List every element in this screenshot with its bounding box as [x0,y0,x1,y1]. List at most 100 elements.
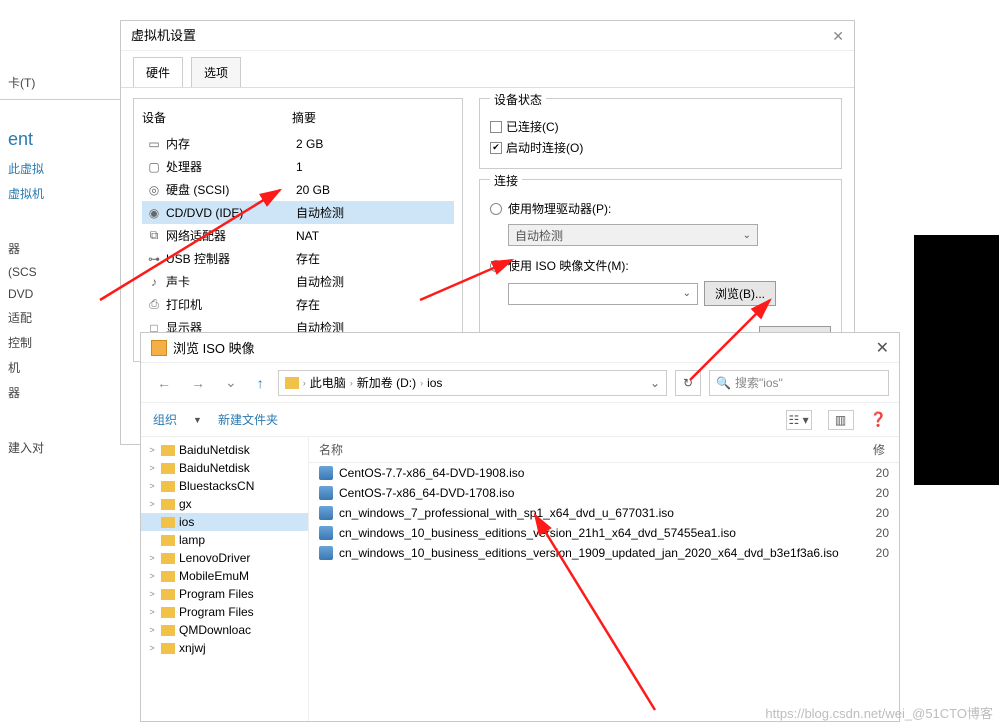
device-row[interactable]: ⊶USB 控制器存在 [142,247,454,270]
file-date: 20 [873,506,889,520]
device-summary: NAT [296,229,450,243]
device-row[interactable]: ♪声卡自动检测 [142,270,454,293]
chevron-right-icon: › [420,378,423,388]
tree-item-label: LenovoDriver [179,551,250,565]
chevron-down-icon: ⌄ [743,230,751,241]
view-options-icon[interactable]: ☷ ▾ [786,410,812,430]
expand-icon[interactable]: > [147,643,157,653]
device-row[interactable]: ▭内存2 GB [142,132,454,155]
file-row[interactable]: CentOS-7-x86_64-DVD-1708.iso20 [309,483,899,503]
background-sidebar: 卡(T) ent 此虚拟 虚拟机 器 (SCS DVD 适配 控制 机 器 建入… [0,70,120,460]
device-icon: ◉ [146,206,162,220]
folder-icon [161,553,175,564]
tree-item[interactable]: >MobileEmuM [141,567,308,585]
folder-icon [161,499,175,510]
tree-item[interactable]: >Program Files [141,585,308,603]
refresh-button[interactable]: ↻ [675,370,701,396]
browse-button[interactable]: 浏览(B)... [704,281,776,306]
close-icon[interactable]: ✕ [832,21,844,50]
tree-item[interactable]: > LenovoDriver [141,549,308,567]
folder-icon [161,481,175,492]
tree-item-label: BluestacksCN [179,479,254,493]
device-row[interactable]: ◉CD/DVD (IDE)自动检测 [142,201,454,224]
tree-item[interactable]: >gx [141,495,308,513]
device-name: 声卡 [166,273,296,290]
radio-use-physical[interactable]: 使用物理驱动器(P): [490,197,831,220]
folder-icon [161,463,175,474]
device-row[interactable]: ◎硬盘 (SCSI)20 GB [142,178,454,201]
connection-legend: 连接 [490,172,522,189]
tree-item-label: Program Files [179,605,254,619]
device-row[interactable]: ⧉网络适配器NAT [142,224,454,247]
checkbox-connect-on-power[interactable]: 启动时连接(O) [490,137,831,158]
folder-icon [161,445,175,456]
tree-item[interactable]: lamp [141,531,308,549]
nav-recent-icon[interactable]: ⌄ [219,374,243,391]
expand-icon[interactable]: > [147,499,157,509]
file-date: 20 [873,486,889,500]
help-icon[interactable]: ❓ [870,411,887,428]
file-row[interactable]: cn_windows_10_business_editions_version_… [309,523,899,543]
device-summary: 1 [296,160,450,174]
tab-hardware[interactable]: 硬件 [133,57,183,87]
file-row[interactable]: cn_windows_7_professional_with_sp1_x64_d… [309,503,899,523]
radio-use-iso[interactable]: 使用 ISO 映像文件(M): [490,254,831,277]
expand-icon[interactable]: > [147,445,157,455]
chevron-right-icon: › [303,378,306,388]
tree-item[interactable]: >BaiduNetdisk [141,459,308,477]
bg-tab: 卡(T) [0,70,120,95]
device-status-group: 设备状态 已连接(C) 启动时连接(O) [479,98,842,169]
folder-icon [161,589,175,600]
expand-icon[interactable]: > [147,481,157,491]
iso-file-icon [319,546,333,560]
radio-icon [490,260,502,272]
file-name: cn_windows_10_business_editions_version_… [339,526,867,540]
file-name: CentOS-7.7-x86_64-DVD-1908.iso [339,466,867,480]
tab-options[interactable]: 选项 [191,57,241,87]
tree-item[interactable]: >BaiduNetdisk [141,441,308,459]
device-row[interactable]: ⎙打印机存在 [142,293,454,316]
chevron-down-icon: ⌄ [683,288,691,299]
expand-icon[interactable]: > [147,463,157,473]
expand-icon[interactable]: > [147,571,157,581]
expand-icon[interactable]: > [147,625,157,635]
expand-icon[interactable]: > [147,607,157,617]
tree-item[interactable]: >QMDownloac [141,621,308,639]
preview-pane-icon[interactable]: ▥ [828,410,854,430]
background-preview [914,235,999,485]
iso-file-icon [319,466,333,480]
tree-item[interactable]: > BluestacksCN [141,477,308,495]
nav-forward-icon: → [185,375,211,391]
device-row[interactable]: ▢处理器1 [142,155,454,178]
expand-icon[interactable]: > [147,553,157,563]
iso-path-input[interactable]: ⌄ [508,283,698,305]
device-summary: 存在 [296,250,450,267]
tree-item[interactable]: ios [141,513,308,531]
expand-icon[interactable]: > [147,589,157,599]
tree-item[interactable]: >xnjwj [141,639,308,657]
tabs: 硬件 选项 [121,51,854,88]
chevron-down-icon[interactable]: ⌄ [650,376,660,390]
device-name: USB 控制器 [166,250,296,267]
device-icon: ▭ [146,137,162,151]
device-icon: ⎙ [146,297,162,312]
new-folder-button[interactable]: 新建文件夹 [218,411,278,428]
bg-title: ent [0,123,120,156]
search-input[interactable]: 🔍 搜索"ios" [709,370,889,396]
file-row[interactable]: cn_windows_10_business_editions_version_… [309,543,899,563]
device-name: 网络适配器 [166,227,296,244]
col-name[interactable]: 名称 [319,441,873,458]
organize-menu[interactable]: 组织 [153,411,177,428]
tree-item[interactable]: > Program Files [141,603,308,621]
file-date: 20 [873,526,889,540]
physical-drive-select[interactable]: 自动检测 ⌄ [508,224,758,246]
address-bar[interactable]: › 此电脑 › 新加卷 (D:) › ios ⌄ [278,370,667,396]
checkbox-connected[interactable]: 已连接(C) [490,116,831,137]
file-row[interactable]: CentOS-7.7-x86_64-DVD-1908.iso20 [309,463,899,483]
nav-back-icon[interactable]: ← [151,375,177,391]
col-device: 设备 [142,109,292,126]
watermark: https://blog.csdn.net/wei_@51CTO博客 [765,703,993,722]
close-icon[interactable]: ✕ [876,338,889,358]
col-modified[interactable]: 修 [873,441,889,458]
nav-up-icon[interactable]: ↑ [251,375,270,391]
